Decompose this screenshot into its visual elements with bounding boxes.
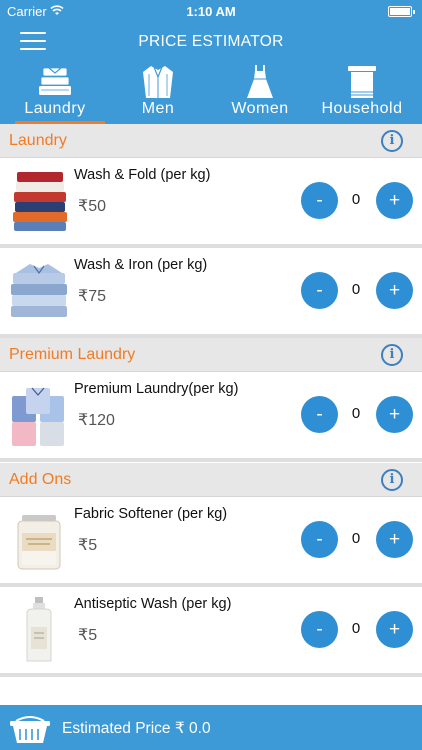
section-title: Laundry — [9, 132, 67, 149]
laundry-basket-icon — [8, 711, 52, 750]
list-item: Antiseptic Wash (per kg) ₹5 - 0 + — [0, 587, 422, 677]
price-value: 50 — [88, 198, 106, 215]
towel-icon — [346, 64, 378, 105]
decrease-button[interactable]: - — [301, 182, 338, 219]
rupee-symbol: ₹ — [78, 627, 89, 644]
rupee-symbol: ₹ — [78, 288, 89, 305]
item-name: Fabric Softener (per kg) — [74, 506, 228, 522]
fabric-softener-jar-image — [8, 503, 70, 573]
quantity-value: 0 — [351, 281, 361, 298]
ironed-shirts-image — [8, 254, 70, 324]
battery-icon — [388, 6, 415, 17]
tab-label: Laundry — [24, 100, 86, 117]
estimated-price-label: Estimated Price ₹ 0.0 — [62, 720, 211, 737]
list-item: Fabric Softener (per kg) ₹5 - 0 + — [0, 497, 422, 587]
section-header-add-ons: Add Ons i — [0, 463, 422, 497]
info-icon[interactable]: i — [381, 130, 403, 152]
item-price: ₹120 — [78, 410, 115, 430]
increase-button[interactable]: + — [376, 272, 413, 309]
quantity-value: 0 — [351, 530, 361, 547]
quantity-value: 0 — [351, 405, 361, 422]
folded-clothes-icon — [35, 64, 75, 103]
section-header-laundry: Laundry i — [0, 124, 422, 158]
item-name: Premium Laundry(per kg) — [74, 381, 239, 397]
status-time: 1:10 AM — [186, 4, 236, 19]
page-title: PRICE ESTIMATOR — [138, 33, 284, 50]
section-header-premium-laundry: Premium Laundry i — [0, 338, 422, 372]
price-value: 5 — [88, 627, 98, 644]
tab-women[interactable]: Women — [210, 60, 310, 124]
list-item: Premium Laundry(per kg) ₹120 - 0 + — [0, 372, 422, 462]
price-value: 5 — [88, 537, 98, 554]
decrease-button[interactable]: - — [301, 521, 338, 558]
top-bar: Carrier 1:10 AM PRICE ESTIMATOR Laundry … — [0, 0, 422, 124]
list-item: Wash & Fold (per kg) ₹50 - 0 + — [0, 158, 422, 248]
tab-men[interactable]: Men — [108, 60, 208, 124]
info-icon[interactable]: i — [381, 344, 403, 366]
category-tabs: Laundry Men Women Household — [0, 60, 422, 124]
quantity-value: 0 — [351, 620, 361, 637]
antiseptic-bottle-image — [8, 593, 70, 663]
rupee-symbol: ₹ — [78, 198, 89, 215]
shirt-icon — [141, 64, 175, 105]
info-icon[interactable]: i — [381, 469, 403, 491]
price-value: 120 — [88, 412, 115, 429]
section-title: Premium Laundry — [9, 346, 136, 363]
dress-icon — [245, 64, 275, 105]
item-price: ₹75 — [78, 286, 106, 306]
rupee-symbol: ₹ — [78, 537, 89, 554]
increase-button[interactable]: + — [376, 182, 413, 219]
folded-clothes-image — [8, 164, 70, 234]
tab-laundry[interactable]: Laundry — [5, 60, 105, 124]
decrease-button[interactable]: - — [301, 611, 338, 648]
increase-button[interactable]: + — [376, 396, 413, 433]
tab-label: Household — [321, 100, 403, 117]
decrease-button[interactable]: - — [301, 272, 338, 309]
item-name: Wash & Fold (per kg) — [74, 167, 211, 183]
tab-label: Women — [231, 100, 289, 117]
tab-label: Men — [141, 100, 175, 117]
list-item: Wash & Iron (per kg) ₹75 - 0 + — [0, 248, 422, 338]
estimated-price-bar[interactable]: Estimated Price ₹ 0.0 — [0, 705, 422, 750]
quantity-value: 0 — [351, 191, 361, 208]
item-price: ₹5 — [78, 625, 97, 645]
premium-shirts-image — [8, 378, 70, 448]
increase-button[interactable]: + — [376, 521, 413, 558]
tab-household[interactable]: Household — [312, 60, 412, 124]
increase-button[interactable]: + — [376, 611, 413, 648]
section-title: Add Ons — [9, 471, 72, 488]
item-name: Wash & Iron (per kg) — [74, 257, 208, 273]
price-value: 75 — [88, 288, 106, 305]
status-bar: Carrier 1:10 AM — [0, 0, 422, 22]
item-name: Antiseptic Wash (per kg) — [74, 596, 232, 612]
rupee-symbol: ₹ — [78, 412, 89, 429]
item-price: ₹50 — [78, 196, 106, 216]
item-price: ₹5 — [78, 535, 97, 555]
decrease-button[interactable]: - — [301, 396, 338, 433]
